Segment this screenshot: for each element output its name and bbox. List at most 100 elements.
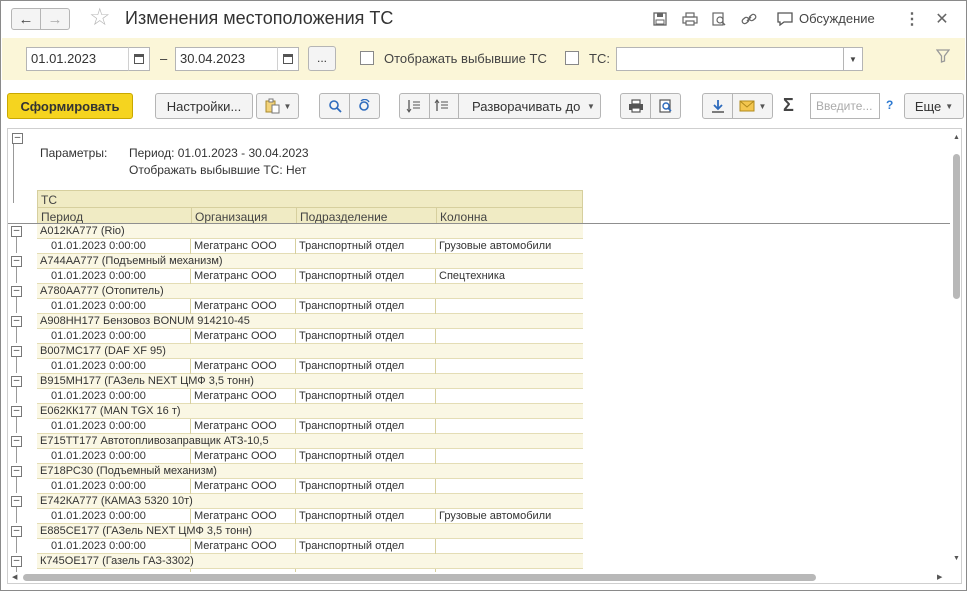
report-spreadsheet[interactable]: – Параметры: Период: 01.01.2023 - 30.04.… [7,128,962,584]
favorite-star-icon[interactable]: ☆ [89,5,111,31]
forward-button[interactable]: → [40,8,70,30]
link-icon[interactable] [740,10,758,28]
column-divider [295,239,296,254]
save-icon[interactable] [651,10,669,28]
find-button[interactable] [319,93,350,119]
table-row[interactable]: 01.01.2023 0:00:00 Мегатранс ООО Транспорт… [37,239,583,254]
group-row[interactable]: А012КА777 (Rio) [37,224,583,239]
scroll-left-icon[interactable]: ◀ [12,573,17,581]
date-from-calendar-button[interactable] [128,47,150,71]
table-row[interactable]: 01.01.2023 0:00:00 Мегатранс ООО Транспорт… [37,269,583,284]
settings-button[interactable]: Настройки... [155,93,253,119]
collapse-group-icon[interactable]: – [11,436,22,447]
collapse-group-icon[interactable]: – [11,466,22,477]
cell-period: 01.01.2023 0:00:00 [51,480,146,492]
show-retired-label: Отображать выбывшие ТС [384,51,547,66]
collapse-group-icon[interactable]: – [11,346,22,357]
variants-button[interactable]: ▼ [256,93,299,119]
outline-line [16,505,17,523]
preview-icon[interactable] [710,10,728,28]
ts-checkbox[interactable] [565,51,579,65]
group-row[interactable]: В007МС177 (DAF XF 95) [37,344,583,359]
chevron-down-icon: ▼ [587,102,595,111]
table-row[interactable]: 01.01.2023 0:00:00 Мегатранс ООО Транспорт… [37,419,583,434]
collapse-group-icon[interactable]: – [11,316,22,327]
help-button[interactable]: ? [886,98,893,112]
print-icon[interactable] [681,10,699,28]
sum-input[interactable]: Введите... [810,93,880,119]
column-divider [295,269,296,284]
collapse-group-icon[interactable]: – [11,256,22,267]
find-next-button[interactable] [349,93,380,119]
group-row[interactable]: Е062КК177 (MAN TGX 16 т) [37,404,583,419]
filter-icon[interactable] [935,49,951,66]
params-retired: Отображать выбывшие ТС: Нет [129,163,307,177]
group-row[interactable]: А744АА777 (Подъемный механизм) [37,254,583,269]
group-row[interactable]: Е718РС30 (Подъемный механизм) [37,464,583,479]
more-vertical-icon[interactable]: ⋮ [903,10,921,28]
sort-asc-icon[interactable] [406,98,422,117]
table-row[interactable]: 01.01.2023 0:00:00 Мегатранс ООО Транспорт… [37,359,583,374]
back-button[interactable]: ← [11,8,41,30]
table-row[interactable]: 01.01.2023 0:00:00 Мегатранс ООО Транспорт… [37,479,583,494]
outline-line [16,325,17,343]
discussion-button[interactable]: Обсуждение [777,11,875,26]
collapse-params-icon[interactable]: – [12,133,23,144]
sort-desc-icon[interactable] [434,98,450,117]
table-row[interactable]: 01.01.2023 0:00:00 Мегатранс ООО Транспорт… [37,539,583,554]
collapse-group-icon[interactable]: – [11,496,22,507]
print-button[interactable] [620,93,651,119]
date-from-input[interactable]: 01.01.2023 [26,47,130,71]
search-next-icon [358,99,370,111]
scroll-up-icon[interactable]: ▲ [953,134,960,141]
group-row[interactable]: А908НН177 Бензовоз BONUM 914210-45 [37,314,583,329]
period-select-button[interactable]: ... [308,46,336,71]
params-period: Период: 01.01.2023 - 30.04.2023 [129,146,309,160]
horizontal-scroll-thumb[interactable] [23,574,816,581]
ts-dropdown-button[interactable]: ▼ [843,47,863,71]
ts-input[interactable] [616,47,844,71]
expand-to-button[interactable]: Разворачивать до [472,99,580,114]
clipboard-icon [265,98,280,114]
group-row[interactable]: А780АА777 (Отопитель) [37,284,583,299]
send-email-button[interactable]: ▼ [732,93,773,119]
close-icon[interactable]: ✕ [933,10,951,28]
cell-period: 01.01.2023 0:00:00 [51,270,146,282]
ts-label: ТС: [589,51,610,66]
collapse-group-icon[interactable]: – [11,406,22,417]
cell-column: Грузовые автомобили [439,240,552,252]
group-row[interactable]: В915МН177 (ГАЗель NEXT ЦМФ 3,5 тонн) [37,374,583,389]
cell-organization: Мегатранс ООО [194,300,277,312]
group-row[interactable]: Е885СЕ177 (ГАЗель NEXT ЦМФ 3,5 тонн) [37,524,583,539]
column-divider [435,299,436,314]
print-preview-button[interactable] [650,93,681,119]
page-title: Изменения местоположения ТС [125,8,394,28]
date-to-calendar-button[interactable] [277,47,299,71]
sum-icon[interactable]: Σ [783,95,794,116]
group-row[interactable]: К745ОЕ177 (Газель ГАЗ-3302) [37,554,583,569]
table-row[interactable]: 01.01.2023 0:00:00 Мегатранс ООО Транспорт… [37,329,583,344]
collapse-group-icon[interactable]: – [11,526,22,537]
date-to-input[interactable]: 30.04.2023 [175,47,279,71]
group-row[interactable]: Е742КА777 (КАМАЗ 5320 10т) [37,494,583,509]
cell-organization: Мегатранс ООО [194,240,277,252]
show-retired-checkbox[interactable] [360,51,374,65]
scroll-right-icon[interactable]: ▶ [937,573,942,581]
group-row[interactable]: Е715ТТ177 Автотопливозаправщик АТЗ-10,5 [37,434,583,449]
table-row[interactable]: 01.01.2023 0:00:00 Мегатранс ООО Транспорт… [37,299,583,314]
more-button[interactable]: Еще ▼ [904,93,964,119]
scroll-down-icon[interactable]: ▼ [953,555,960,562]
cell-period: 01.01.2023 0:00:00 [51,540,146,552]
save-to-file-button[interactable] [702,93,733,119]
collapse-group-icon[interactable]: – [11,286,22,297]
calendar-icon [283,54,293,64]
table-row[interactable]: 01.01.2023 0:00:00 Мегатранс ООО Транспорт… [37,449,583,464]
generate-button[interactable]: Сформировать [7,93,133,119]
collapse-group-icon[interactable]: – [11,226,22,237]
collapse-group-icon[interactable]: – [11,376,22,387]
collapse-group-icon[interactable]: – [11,556,22,567]
table-row[interactable]: 01.01.2023 0:00:00 Мегатранс ООО Транспорт… [37,509,583,524]
chat-icon [777,11,793,26]
table-row[interactable]: 01.01.2023 0:00:00 Мегатранс ООО Транспорт… [37,389,583,404]
vertical-scroll-thumb[interactable] [953,154,960,299]
